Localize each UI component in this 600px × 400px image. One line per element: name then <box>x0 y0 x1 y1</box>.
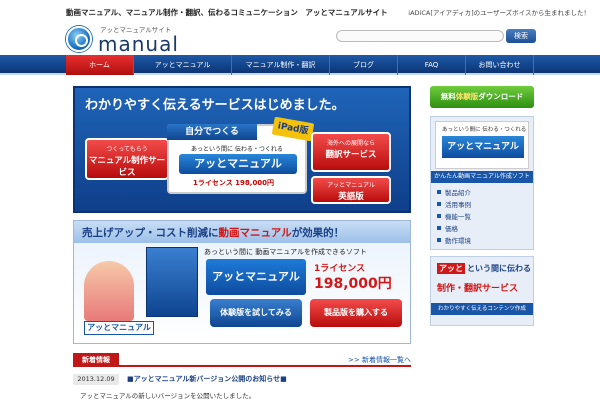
banner-line-1-text: という間に伝わる <box>467 264 531 273</box>
sidebar-link[interactable]: 製品紹介 <box>437 187 471 199</box>
product-label: アッとマニュアル <box>84 321 154 335</box>
banner-title-part: が効果的！ <box>291 227 345 239</box>
download-label: ダウンロード <box>478 92 524 101</box>
header-right-text: iADiCA[アイアディカ]のユーザーズボイスから生まれました！ <box>408 9 590 17</box>
news-item: 2013.12.09 ■アッとマニュアル新バージョン公開のお知らせ■ <box>73 372 411 386</box>
nav-item-manual-production[interactable]: マニュアル制作・翻訳 <box>232 55 330 75</box>
top-bar: 動画マニュアル、マニュアル制作・翻訳、伝わるコミュニケーション アッとマニュアル… <box>0 0 600 22</box>
product-screen-logo: アッとマニュアル <box>206 259 306 295</box>
download-highlight: 体験版 <box>455 92 479 101</box>
banner-line-1: アッと という間に伝わる <box>437 263 531 279</box>
hero-banner[interactable]: わかりやすく伝えるサービスはじめました。 つくってもらう マニュアル制作サービス… <box>73 86 411 213</box>
try-trial-button[interactable]: 体験版を試してみる <box>210 299 302 327</box>
banner-title-highlight: 動画マニュアル <box>218 227 292 239</box>
price-value: 198,000円 <box>314 276 392 292</box>
banner-line-3: わかりやすく伝えるコンテンツ作成 <box>431 303 533 315</box>
site-tagline: 動画マニュアル、マニュアル制作・翻訳、伝わるコミュニケーション アッとマニュアル… <box>66 8 388 17</box>
product-link-list: 製品紹介 活用事例 機能一覧 価格 動作環境 <box>437 187 471 247</box>
product-box-image <box>146 247 198 317</box>
product-subtitle: あっという間に 伝わる・つくれる <box>442 127 527 133</box>
banner-tag: アッと <box>437 263 465 274</box>
translation-service-card[interactable]: 海外への展開なら 翻訳サービス <box>311 132 391 172</box>
sidebar-link[interactable]: 機能一覧 <box>437 211 471 223</box>
banner-title-part: 売上げアップ・コスト削減に <box>82 227 219 239</box>
product-box: あっという間に 伝わる・つくれる アッとマニュアル かんたん動画マニュアル作成ソ… <box>430 116 534 250</box>
news-tab: 新着情報 <box>73 353 119 367</box>
manual-production-service-card[interactable]: つくってもらう マニュアル制作サービス <box>85 138 169 180</box>
news-headline-link[interactable]: ■アッとマニュアル新バージョン公開のお知らせ■ <box>127 374 287 384</box>
card-small-label: アッとマニュアル <box>327 182 375 189</box>
banner-subtitle: あっという間に 動画マニュアルを作成できるソフト <box>204 248 367 256</box>
character-illustration <box>84 261 134 321</box>
hero-title: わかりやすく伝えるサービスはじめました。 <box>85 98 345 113</box>
card-head: 自分でつくる <box>167 124 257 140</box>
product-caption: かんたん動画マニュアル作成ソフト <box>431 171 533 183</box>
english-version-card[interactable]: アッとマニュアル 英語版 <box>311 176 391 204</box>
card-big-label: 英語版 <box>338 192 364 202</box>
news-more-link[interactable]: >> 新着情報一覧へ <box>348 355 411 365</box>
nav-item-home[interactable]: ホーム <box>66 55 134 75</box>
news-date: 2013.12.09 <box>73 374 119 385</box>
card-small-label: 海外への展開なら <box>326 140 375 147</box>
news-body: アッとマニュアルの新しいバージョンを公開いたしました。 <box>80 392 256 400</box>
free-trial-download-button[interactable]: 無料体験版ダウンロード <box>430 86 534 108</box>
nav-item-faq[interactable]: FAQ <box>398 55 466 75</box>
buy-product-button[interactable]: 製品版を購入する <box>310 299 402 327</box>
card-subtitle: あっという間に 伝わる・つくれる <box>191 146 283 153</box>
site-logo[interactable]: アッとマニュアルサイト manual <box>66 22 186 56</box>
news-header: 新着情報 >> 新着情報一覧へ <box>73 353 411 367</box>
card-big-label: マニュアル制作サービス <box>88 156 166 178</box>
search-input[interactable] <box>336 30 504 42</box>
product-banner[interactable]: あっという間に 伝わる・つくれる アッとマニュアル <box>435 121 529 169</box>
at-manual-product-card[interactable]: 自分でつくる iPad版 あっという間に 伝わる・つくれる アッとマニュアル 1… <box>167 116 315 194</box>
card-small-label: つくってもらう <box>106 146 148 153</box>
banner-header: 売上げアップ・コスト削減に動画マニュアルが効果的！ <box>74 221 410 243</box>
video-manual-banner: 売上げアップ・コスト削減に動画マニュアルが効果的！ アッとマニュアル あっという… <box>73 220 411 344</box>
banner-line-2: 制作・翻訳サービス <box>437 284 519 294</box>
search-button[interactable]: 検索 <box>506 29 536 43</box>
production-translation-banner[interactable]: アッと という間に伝わる 制作・翻訳サービス わかりやすく伝えるコンテンツ作成 <box>430 256 534 326</box>
card-big-label: 翻訳サービス <box>325 150 377 160</box>
sidebar-link[interactable]: 価格 <box>437 223 471 235</box>
logo-q-icon <box>66 26 92 52</box>
download-label: 無料 <box>440 92 456 101</box>
sidebar-link[interactable]: 活用事例 <box>437 199 471 211</box>
nav-item-blog[interactable]: ブログ <box>330 55 398 75</box>
sidebar-link[interactable]: 動作環境 <box>437 235 471 247</box>
product-price: 1ライセンス 198,000円 <box>193 179 275 187</box>
product-logo: アッとマニュアル <box>179 154 297 174</box>
nav-item-at-manual[interactable]: アッとマニュアル <box>134 55 232 75</box>
page: 動画マニュアル、マニュアル制作・翻訳、伝わるコミュニケーション アッとマニュアル… <box>0 0 600 400</box>
logo-text: manual <box>98 32 179 56</box>
nav-item-contact[interactable]: お問い合わせ <box>466 55 534 75</box>
main-nav: ホーム アッとマニュアル マニュアル制作・翻訳 ブログ FAQ お問い合わせ <box>0 55 600 75</box>
product-logo: アッとマニュアル <box>442 136 524 158</box>
banner-title: 売上げアップ・コスト削減に動画マニュアルが効果的！ <box>82 225 344 240</box>
ipad-badge: iPad版 <box>271 116 315 142</box>
